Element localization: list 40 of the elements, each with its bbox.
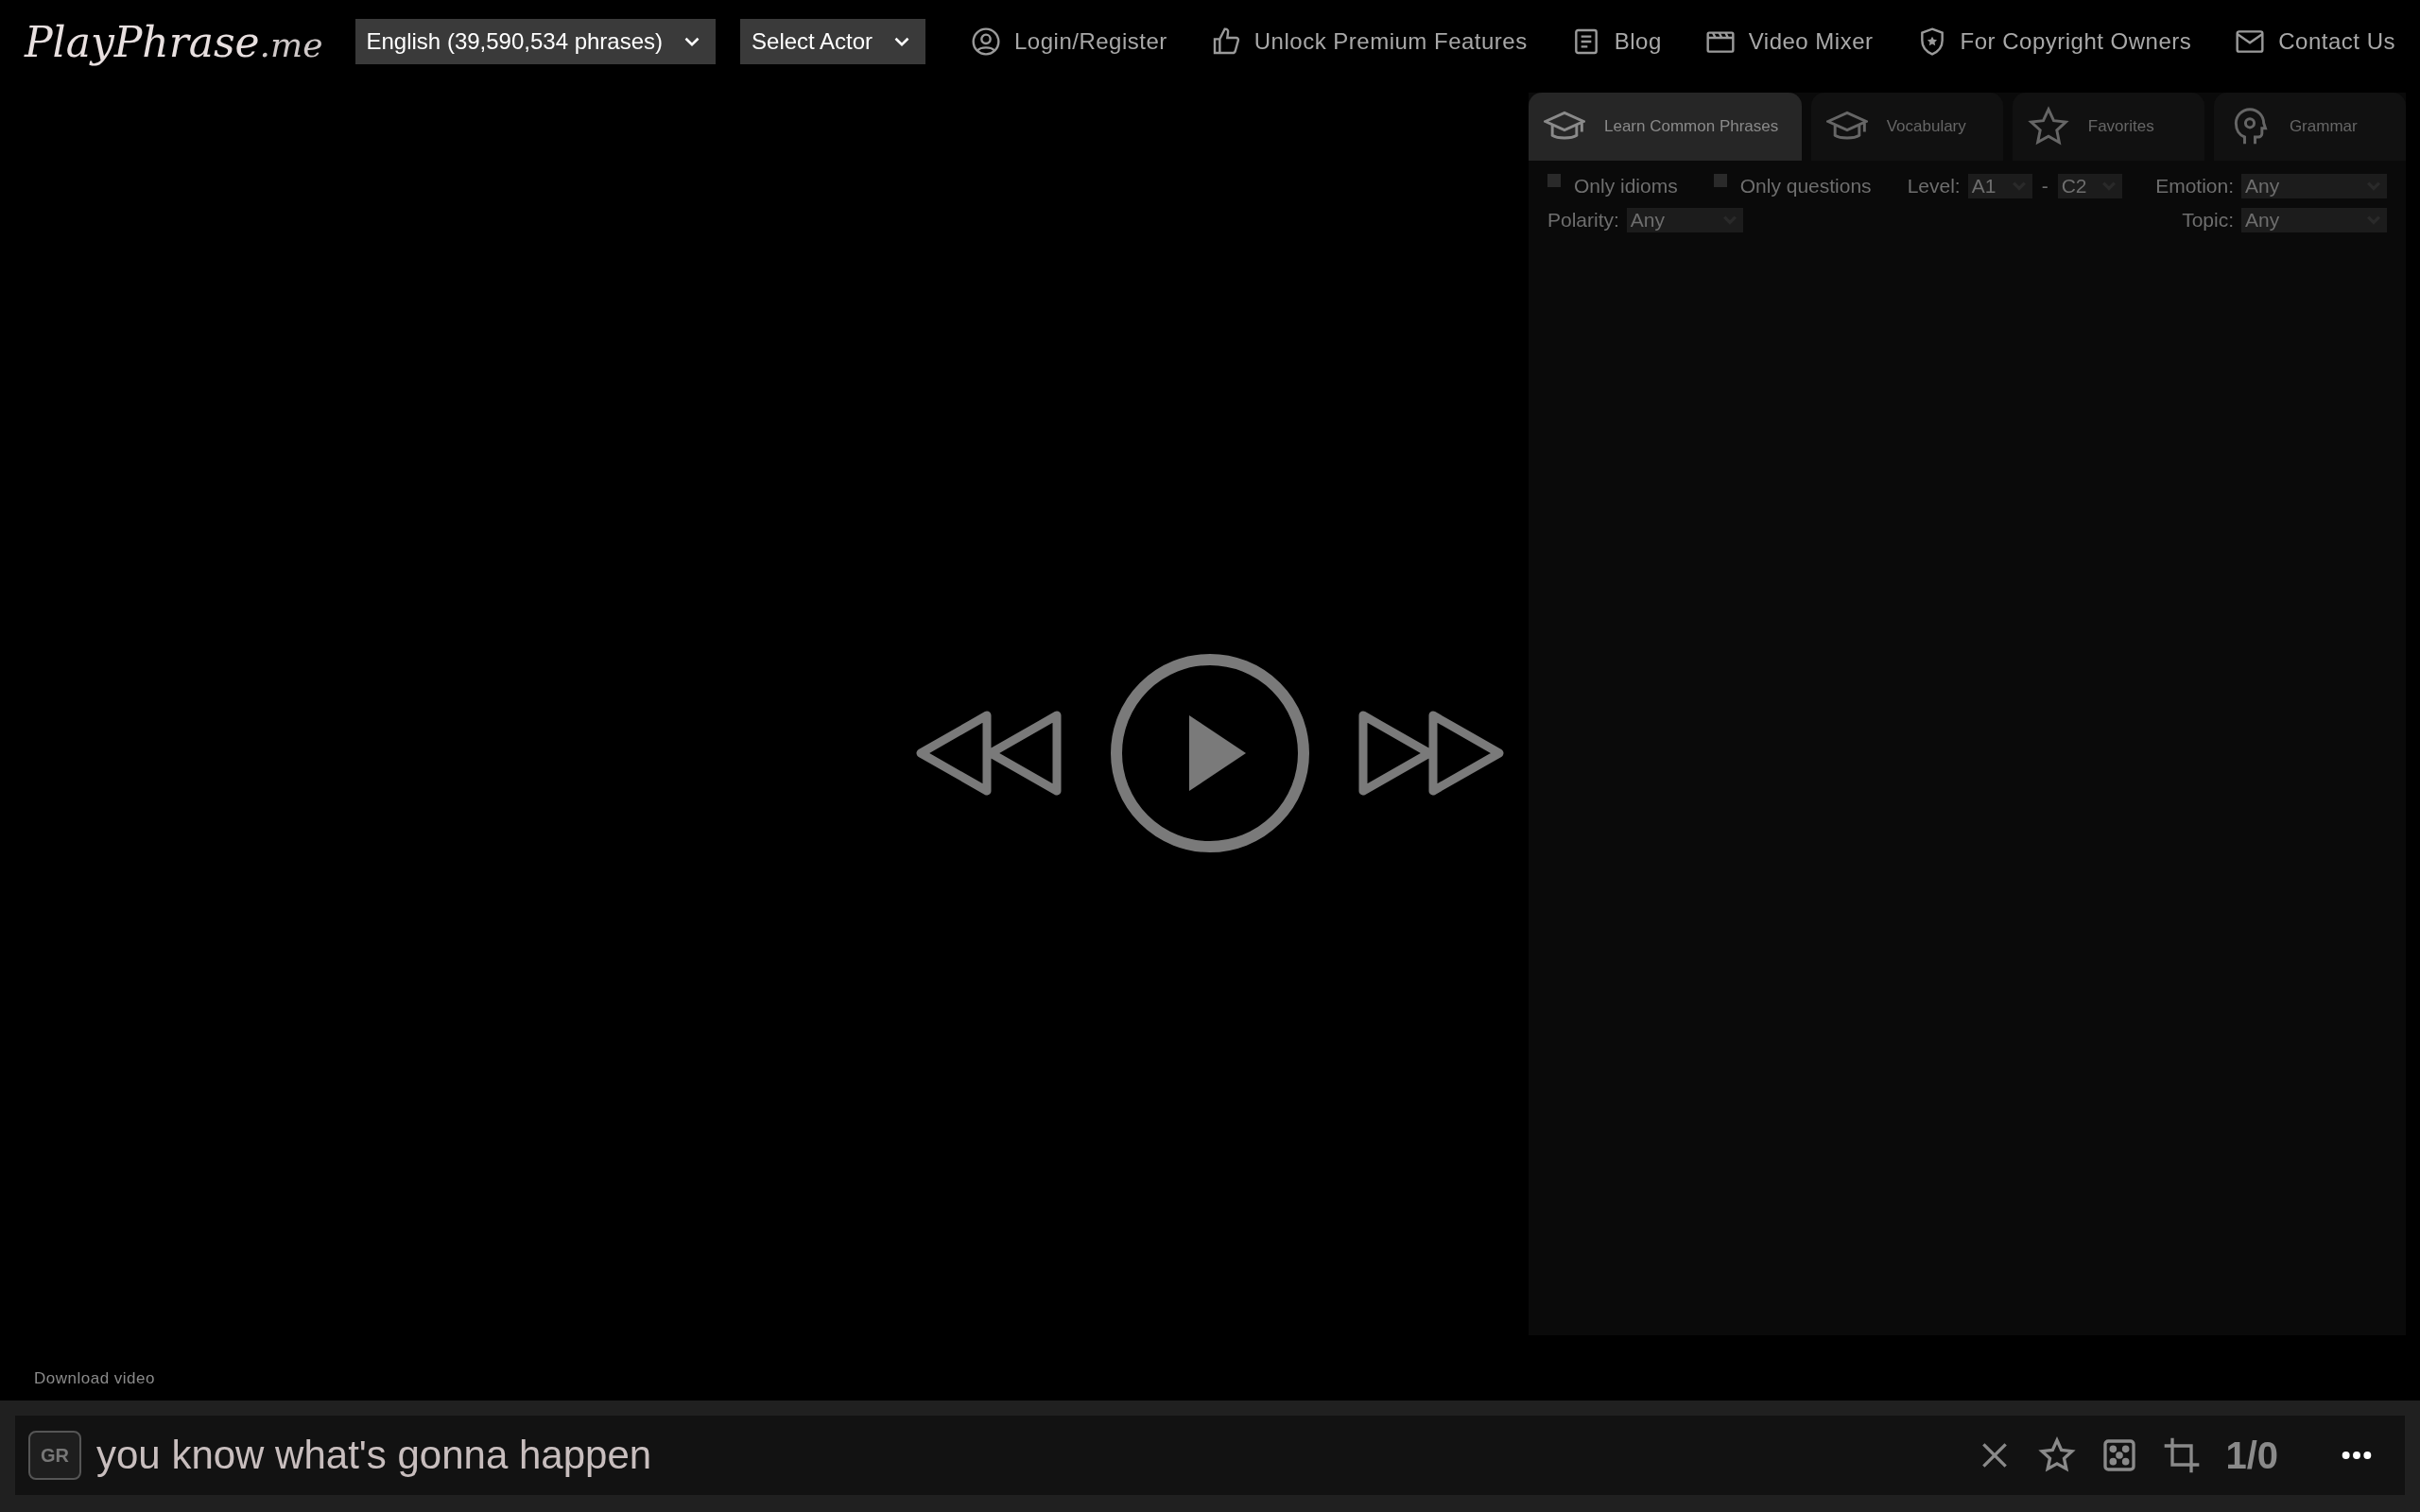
checkbox-option[interactable]: Only idioms	[1547, 175, 1678, 198]
nav-link[interactable]: For Copyright Owners	[1916, 26, 2192, 57]
emotion-select[interactable]: Any	[2241, 174, 2387, 198]
dropdown[interactable]: Select Actor	[740, 19, 926, 64]
tab[interactable]: Grammar	[2213, 93, 2406, 161]
polarity-label: Polarity:	[1547, 209, 1619, 232]
fast-forward-icon[interactable]	[1357, 711, 1505, 796]
nav-link[interactable]: Contact Us	[2235, 26, 2395, 57]
crop-icon[interactable]	[2163, 1436, 2202, 1474]
user-icon	[971, 26, 1001, 57]
rewind-icon[interactable]	[915, 711, 1063, 796]
phrase-counter: 1/0	[2225, 1434, 2278, 1477]
nav-link[interactable]: Blog	[1570, 26, 1662, 57]
level-label: Level:	[1907, 175, 1961, 198]
nav-link[interactable]: Login/Register	[971, 26, 1167, 57]
more-icon[interactable]	[2341, 1450, 2373, 1461]
play-icon[interactable]	[1110, 653, 1310, 853]
level-select[interactable]: C2	[2057, 174, 2122, 198]
topic-select[interactable]: Any	[2241, 208, 2387, 232]
language-badge[interactable]: GR	[28, 1431, 81, 1480]
star-icon[interactable]	[2038, 1436, 2077, 1474]
nav-link[interactable]: Unlock Premium Features	[1210, 26, 1528, 57]
range-separator: -	[2041, 175, 2048, 198]
phrase-text: you know what's gonna happen	[96, 1433, 652, 1478]
tab[interactable]: Vocabulary	[1810, 93, 2003, 161]
video-player[interactable]: Learn Common Phrases Vocabulary Favorites Grammar Only idioms Only questions Level: A1 - C2 Emotion: Any Polarity: Any Topic: Any	[0, 83, 2420, 1357]
star-icon	[2027, 106, 2069, 147]
checkbox-option[interactable]: Only questions	[1713, 175, 1872, 198]
checkbox[interactable]	[1547, 174, 1561, 187]
download-link[interactable]: Download video	[34, 1369, 155, 1388]
tab[interactable]: Favorites	[2012, 93, 2204, 161]
polarity-select[interactable]: Any	[1626, 208, 1743, 232]
site-logo[interactable]: PlayPhrase.me	[25, 17, 323, 66]
level-select[interactable]: A1	[1967, 174, 2032, 198]
emotion-label: Emotion:	[2155, 175, 2234, 198]
tab[interactable]: Learn Common Phrases	[1529, 93, 1802, 161]
dropdown[interactable]: English (39,590,534 phrases)	[354, 19, 717, 64]
nav-link[interactable]: Video Mixer	[1704, 26, 1874, 57]
checkbox[interactable]	[1713, 174, 1727, 187]
topic-label: Topic:	[2182, 209, 2234, 232]
